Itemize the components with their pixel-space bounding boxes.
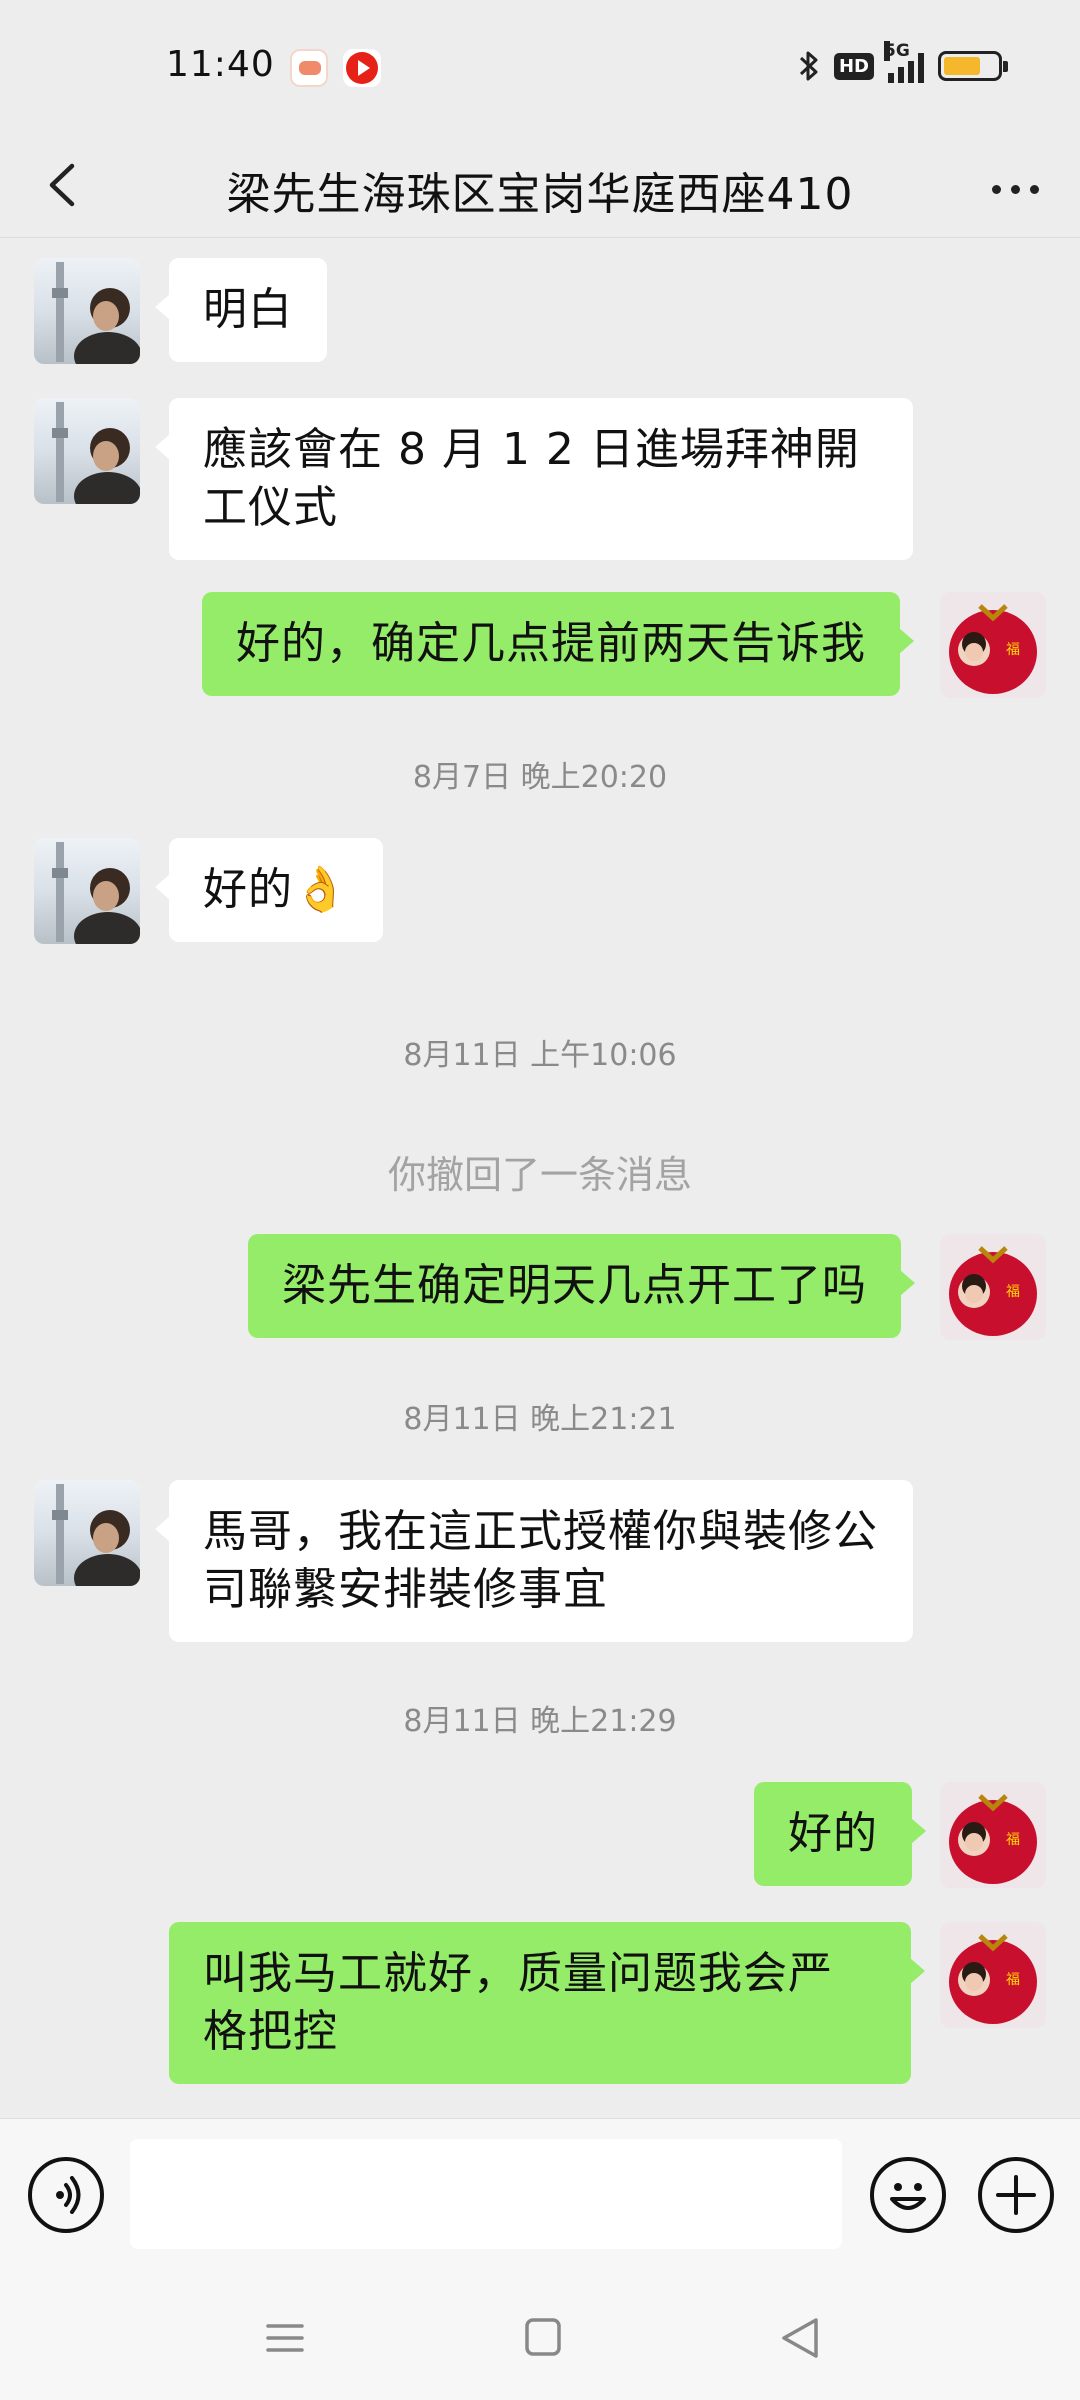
recall-notice: 你撤回了一条消息 — [387, 1153, 692, 1197]
network-label: 5G — [884, 41, 910, 61]
message-timestamp: 8月7日 晚上20:20 — [412, 760, 668, 795]
contact-avatar[interactable] — [34, 838, 140, 944]
message-bubble-incoming[interactable]: 應該會在 8 月 1 2 日進場拜神開工仪式 — [155, 398, 913, 560]
system-nav-bar — [0, 2278, 1080, 2400]
contact-avatar[interactable] — [34, 1480, 140, 1586]
message-bubble-incoming[interactable]: 好的👌 — [155, 838, 383, 942]
battery-icon — [938, 51, 1008, 81]
my-avatar[interactable]: 福 — [940, 1922, 1046, 2028]
more-icon[interactable] — [980, 164, 1050, 214]
message-bubble-outgoing[interactable]: 叫我马工就好，质量问题我会严格把控 — [169, 1922, 925, 2084]
voice-icon[interactable] — [28, 2157, 104, 2233]
plus-icon[interactable] — [978, 2157, 1054, 2233]
my-avatar[interactable]: 福 — [940, 1234, 1046, 1340]
svg-text:福: 福 — [1006, 1284, 1020, 1300]
chat-screen: 11:40 HD 5G 梁先生海珠区宝岗华庭西座410 明白 應該會在 8 月 … — [0, 0, 1080, 2400]
bluetooth-icon — [799, 51, 818, 81]
status-time: 11:40 — [166, 44, 275, 85]
signal-icon: 5G — [884, 41, 924, 83]
contact-avatar[interactable] — [34, 258, 140, 364]
hd-icon: HD — [833, 52, 874, 80]
menu-icon[interactable] — [250, 2308, 320, 2368]
back-triangle-icon[interactable] — [766, 2308, 836, 2368]
message-bubble-incoming[interactable]: 馬哥，我在這正式授權你與裝修公司聯繫安排裝修事宜 — [155, 1480, 913, 1642]
home-icon[interactable] — [508, 2308, 578, 2368]
message-bubble-incoming[interactable]: 明白 — [155, 258, 327, 362]
status-icons: HD 5G — [798, 41, 1008, 88]
message-timestamp: 8月11日 晚上21:29 — [403, 1704, 677, 1739]
chat-title: 梁先生海珠区宝岗华庭西座410 — [226, 169, 854, 220]
emoji-icon[interactable] — [870, 2157, 946, 2233]
message-timestamp: 8月11日 晚上21:21 — [403, 1402, 677, 1437]
message-bubble-outgoing[interactable]: 好的，确定几点提前两天告诉我 — [202, 592, 914, 696]
status-bar: 11:40 HD 5G — [0, 0, 1080, 134]
svg-text:福: 福 — [1006, 642, 1020, 658]
chat-header: 梁先生海珠区宝岗华庭西座410 — [0, 134, 1080, 238]
message-input[interactable] — [130, 2139, 842, 2249]
battery-fill — [944, 57, 981, 75]
input-bar — [0, 2118, 1080, 2278]
my-avatar[interactable]: 福 — [940, 1782, 1046, 1888]
message-timestamp: 8月11日 上午10:06 — [403, 1038, 677, 1073]
contact-avatar[interactable] — [34, 398, 140, 504]
game-app-icon — [290, 49, 328, 87]
message-bubble-outgoing[interactable]: 好的 — [754, 1782, 926, 1886]
my-avatar[interactable]: 福 — [940, 592, 1046, 698]
video-app-icon — [343, 49, 381, 87]
message-bubble-outgoing[interactable]: 梁先生确定明天几点开工了吗 — [248, 1234, 915, 1338]
svg-text:福: 福 — [1006, 1832, 1020, 1848]
svg-text:福: 福 — [1006, 1972, 1020, 1988]
